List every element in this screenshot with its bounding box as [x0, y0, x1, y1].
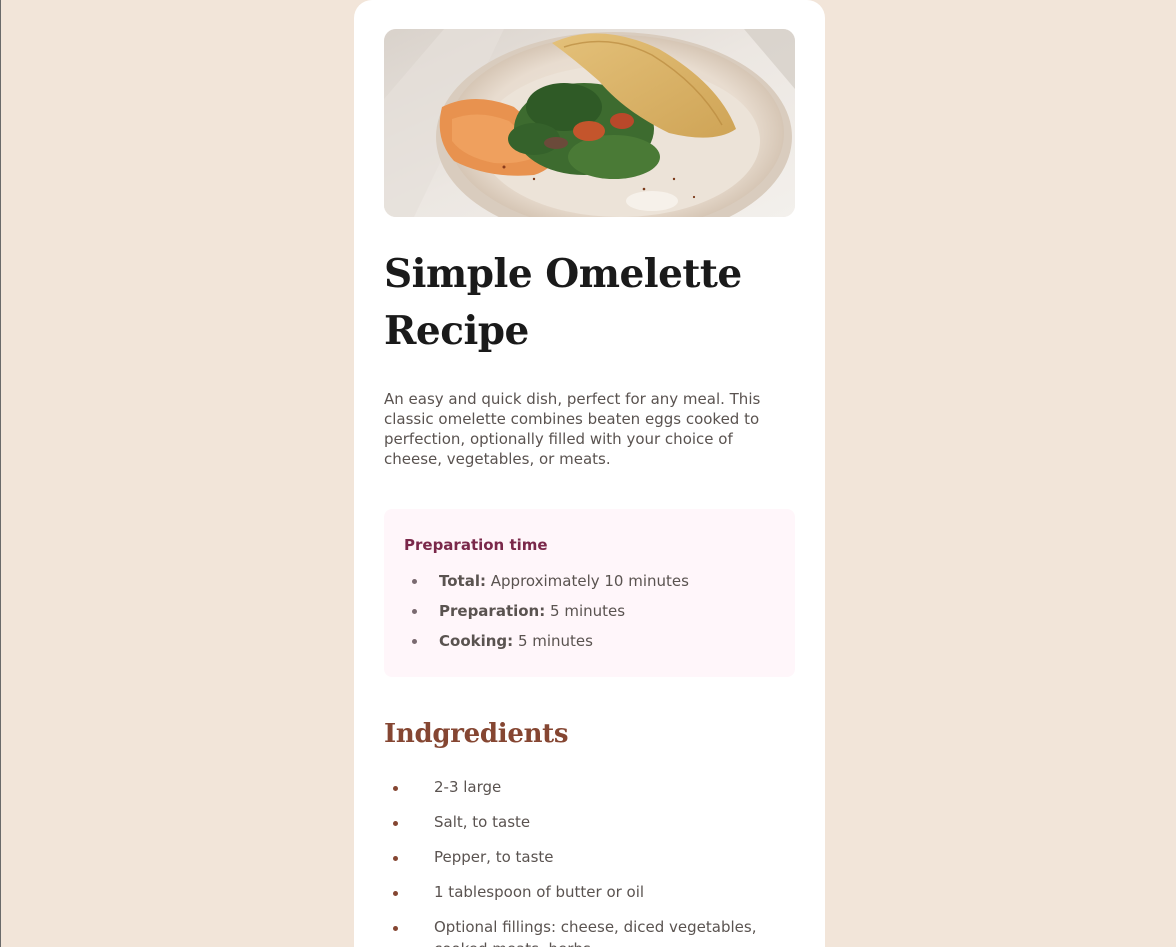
prep-item-label: Cooking: [439, 632, 514, 650]
prep-item-value: 5 minutes [517, 632, 593, 650]
ingredient-text: 1 tablespoon of butter or oil [434, 883, 645, 901]
window-edge [0, 0, 1, 947]
recipe-title: Simple Omelette Recipe [384, 251, 742, 354]
preparation-title: Preparation time [404, 536, 548, 554]
list-item: 2-3 large [384, 776, 795, 811]
prep-item-value: Approximately 10 minutes [490, 572, 689, 590]
prep-item-value: 5 minutes [550, 602, 626, 620]
ingredients-title: Indgredients [384, 719, 569, 749]
bullet-icon [393, 926, 398, 931]
omelette-image [384, 29, 795, 217]
ingredient-text: 2-3 large [434, 778, 502, 796]
bullet-icon [412, 609, 417, 614]
bullet-icon [393, 856, 398, 861]
bullet-icon [393, 821, 398, 826]
prep-item-label: Total: [439, 572, 486, 590]
prep-item-total: Total: Approximately 10 minutes [404, 569, 689, 599]
list-item: Optional fillings: cheese, diced vegetab… [384, 916, 795, 947]
bullet-icon [393, 891, 398, 896]
list-item: Salt, to taste [384, 811, 795, 846]
preparation-list: Total: Approximately 10 minutes Preparat… [404, 569, 689, 659]
preparation-time-box: Preparation time Total: Approximately 10… [384, 509, 795, 677]
prep-item-cooking: Cooking: 5 minutes [404, 629, 689, 659]
bullet-icon [393, 786, 398, 791]
list-item: Pepper, to taste [384, 846, 795, 881]
ingredients-list: 2-3 large Salt, to taste Pepper, to tast… [384, 776, 795, 947]
recipe-card: Simple Omelette Recipe An easy and quick… [354, 0, 825, 947]
recipe-description: An easy and quick dish, perfect for any … [384, 390, 761, 468]
prep-item-label: Preparation: [439, 602, 546, 620]
bullet-icon [412, 579, 417, 584]
ingredient-text: Optional fillings: cheese, diced vegetab… [434, 918, 757, 947]
prep-item-preparation: Preparation: 5 minutes [404, 599, 689, 629]
bullet-icon [412, 639, 417, 644]
ingredient-text: Pepper, to taste [434, 848, 554, 866]
list-item: 1 tablespoon of butter or oil [384, 881, 795, 916]
ingredient-text: Salt, to taste [434, 813, 531, 831]
